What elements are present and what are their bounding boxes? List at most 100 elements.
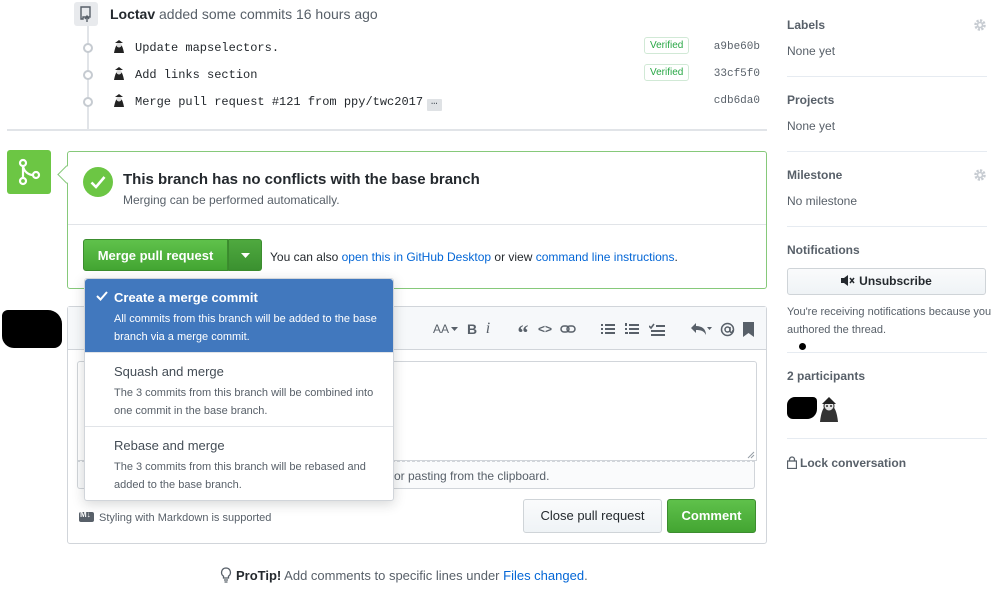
task-list-icon[interactable] xyxy=(649,323,665,336)
commit-sha[interactable]: cdb6da0 xyxy=(714,95,760,107)
notifications-reason: You're receiving notifications because y… xyxy=(787,306,992,336)
menu-item-description: The 3 commits from this branch will be r… xyxy=(114,461,366,491)
protip-label: ProTip! xyxy=(236,568,282,583)
comment-button[interactable]: Comment xyxy=(667,499,756,533)
verified-badge[interactable]: Verified xyxy=(644,64,690,81)
files-changed-link[interactable]: Files changed xyxy=(503,568,584,583)
divider xyxy=(68,224,766,225)
italic-button[interactable]: i xyxy=(480,320,496,338)
quote-button[interactable]: “ xyxy=(512,320,534,345)
commit-row: Merge pull request #121 from ppy/twc2017… xyxy=(78,92,762,112)
also-text: You can also xyxy=(270,250,339,264)
redacted-mark xyxy=(799,343,806,350)
heading-caret-icon xyxy=(451,326,458,331)
commit-sha[interactable]: a9be60b xyxy=(714,41,760,53)
unsubscribe-button[interactable]: Unsubscribe xyxy=(787,268,986,295)
menu-item-rebase-merge[interactable]: Rebase and merge The 3 commits from this… xyxy=(85,426,393,499)
numbered-list-icon[interactable] xyxy=(625,323,639,335)
bold-button[interactable]: B xyxy=(464,320,480,338)
menu-item-title: Rebase and merge xyxy=(114,438,225,453)
lock-label: Lock conversation xyxy=(800,456,907,470)
commit-dot-icon xyxy=(83,70,93,80)
labels-value: None yet xyxy=(787,44,836,58)
avatar[interactable] xyxy=(112,94,126,108)
commit-row: Add links section Verified 33cf5f0 xyxy=(78,64,762,85)
code-button[interactable]: <> xyxy=(534,320,556,338)
participants-heading: 2 participants xyxy=(787,369,866,383)
markdown-icon xyxy=(79,510,94,522)
repo-push-icon xyxy=(74,2,98,26)
redacted-avatar[interactable] xyxy=(787,397,817,419)
push-summary: Loctav added some commits 16 hours ago xyxy=(110,6,378,22)
expand-commit-button[interactable]: … xyxy=(427,97,442,111)
heading-button[interactable]: AA xyxy=(431,320,451,338)
resize-grip-icon[interactable] xyxy=(747,451,755,459)
commit-dot-icon xyxy=(83,97,93,107)
merge-pull-request-button[interactable]: Merge pull request xyxy=(83,239,228,271)
push-time[interactable]: 16 hours ago xyxy=(296,6,378,22)
command-line-instructions-link[interactable]: command line instructions xyxy=(536,250,675,264)
milestone-heading: Milestone xyxy=(787,168,843,182)
sidebar-divider xyxy=(787,151,987,152)
gear-icon[interactable] xyxy=(973,18,987,32)
sidebar-divider xyxy=(787,352,987,353)
link-icon[interactable] xyxy=(560,323,576,335)
sidebar-divider xyxy=(787,226,987,227)
markdown-note-text: Styling with Markdown is supported xyxy=(99,512,272,524)
menu-item-squash-merge[interactable]: Squash and merge The 3 commits from this… xyxy=(85,352,393,426)
menu-item-description: The 3 commits from this branch will be c… xyxy=(114,387,374,417)
close-pull-request-button[interactable]: Close pull request xyxy=(523,499,662,533)
commit-message[interactable]: Merge pull request #121 from ppy/twc2017 xyxy=(135,95,423,109)
panel-pointer xyxy=(57,165,76,184)
menu-item-merge-commit[interactable]: Create a merge commit All commits from t… xyxy=(85,279,393,352)
git-merge-icon xyxy=(7,150,51,194)
light-bulb-icon xyxy=(220,567,232,583)
merge-alternatives: You can also open this in GitHub Desktop… xyxy=(270,250,678,264)
merge-status-title: This branch has no conflicts with the ba… xyxy=(123,171,480,188)
menu-item-description: All commits from this branch will be add… xyxy=(114,313,377,343)
commit-timeline: Loctav added some commits 16 hours ago U… xyxy=(0,0,770,130)
or-view-text: or view xyxy=(494,250,533,264)
avatar[interactable] xyxy=(112,67,126,81)
commit-message[interactable]: Update mapselectors. xyxy=(135,41,279,55)
markdown-note[interactable]: Styling with Markdown is supported xyxy=(79,510,272,524)
labels-heading: Labels xyxy=(787,18,826,32)
milestone-value: No milestone xyxy=(787,194,858,208)
mention-icon[interactable] xyxy=(720,322,735,337)
sidebar-projects: Projects None yet xyxy=(787,93,987,143)
merge-method-menu: Create a merge commit All commits from t… xyxy=(84,278,394,501)
verified-badge[interactable]: Verified xyxy=(644,37,690,54)
gear-icon[interactable] xyxy=(973,168,987,182)
commit-row: Update mapselectors. Verified a9be60b xyxy=(78,37,762,58)
merge-method-dropdown-toggle[interactable] xyxy=(228,239,262,271)
reply-icon[interactable] xyxy=(690,322,712,336)
period: . xyxy=(674,250,678,264)
menu-item-title: Create a merge commit xyxy=(114,290,258,305)
commit-message[interactable]: Add links section xyxy=(135,68,257,82)
commit-sha[interactable]: 33cf5f0 xyxy=(714,68,760,80)
sidebar-labels: Labels None yet xyxy=(787,18,987,68)
avatar[interactable] xyxy=(817,396,841,422)
bookmark-icon[interactable] xyxy=(743,321,754,337)
timeline-divider xyxy=(7,129,767,131)
attach-hint: or pasting from the clipboard. xyxy=(394,469,550,483)
sidebar-participants: 2 participants xyxy=(787,369,987,383)
lock-conversation-link[interactable]: Lock conversation xyxy=(786,456,907,470)
author-link[interactable]: Loctav xyxy=(110,6,155,22)
sidebar-milestone: Milestone No milestone xyxy=(787,168,987,218)
merge-status-panel: This branch has no conflicts with the ba… xyxy=(57,151,767,289)
notifications-heading: Notifications xyxy=(787,243,860,257)
sidebar-divider xyxy=(787,76,987,77)
github-desktop-link[interactable]: open this in GitHub Desktop xyxy=(342,250,491,264)
lock-icon xyxy=(786,456,798,470)
menu-item-title: Squash and merge xyxy=(114,364,224,379)
commit-message-group: Merge pull request #121 from ppy/twc2017… xyxy=(135,95,442,111)
avatar[interactable] xyxy=(112,40,126,54)
commit-dot-icon xyxy=(83,43,93,53)
unsubscribe-label: Unsubscribe xyxy=(859,274,932,288)
protip-text: Add comments to specific lines under xyxy=(284,568,500,583)
bulleted-list-icon[interactable] xyxy=(601,323,615,335)
projects-heading: Projects xyxy=(787,93,835,107)
sidebar-notifications: Notifications xyxy=(787,243,987,257)
mute-icon xyxy=(841,275,855,286)
